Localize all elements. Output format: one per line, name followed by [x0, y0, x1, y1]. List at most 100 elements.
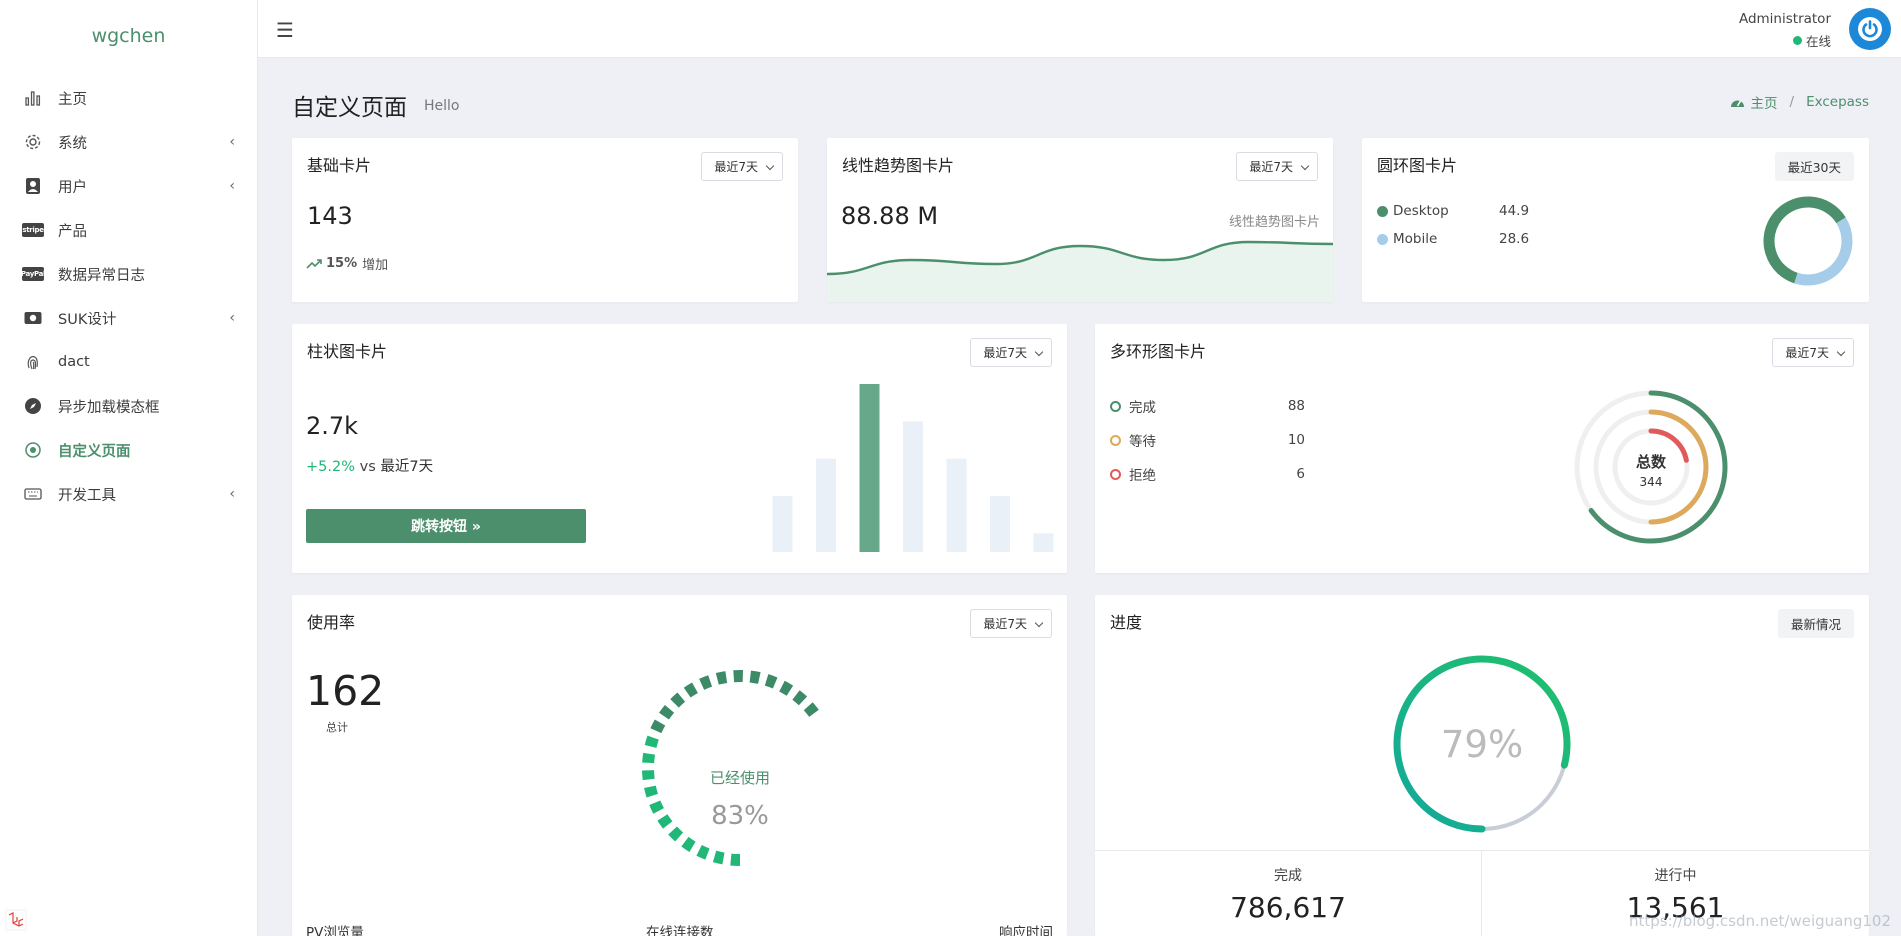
donut-chart	[1763, 196, 1853, 286]
gauge-segment	[803, 702, 819, 717]
bar-card: 柱状图卡片 最近7天 2.7k +5.2% vs 最近7天 跳转按钮 »	[292, 324, 1067, 573]
gauge-segment	[683, 682, 698, 698]
sidebar-item-label: dact	[58, 354, 90, 370]
legend-label: 等待	[1129, 434, 1156, 450]
legend-value: 28.6	[1499, 231, 1530, 247]
latest-button[interactable]: 最新情况	[1777, 609, 1854, 638]
basic-value: 143	[307, 202, 353, 230]
breadcrumb-current[interactable]: Excepass	[1806, 94, 1869, 110]
menu-toggle-icon[interactable]: ☰	[276, 18, 294, 42]
avatar[interactable]	[1849, 8, 1891, 50]
trend-percent: 15%	[326, 256, 358, 271]
period-dropdown[interactable]: 最近7天	[1236, 152, 1318, 181]
stat-label: 完成	[1274, 868, 1302, 884]
laravel-icon	[5, 909, 27, 931]
period-button[interactable]: 最近30天	[1774, 152, 1854, 181]
gauge-segment	[779, 680, 794, 696]
gear-icon	[24, 133, 42, 151]
card-title: 圆环图卡片	[1377, 156, 1458, 175]
page-subtitle: Hello	[424, 98, 460, 114]
period-dropdown[interactable]: 最近7天	[970, 609, 1052, 638]
sidebar-item-label: 开发工具	[58, 487, 116, 504]
gauge-segment	[681, 836, 696, 852]
card-title: 进度	[1110, 613, 1143, 632]
trend-text: 增加	[362, 258, 389, 273]
legend-mobile: Mobile 28.6	[1377, 231, 1529, 247]
bar	[990, 496, 1010, 552]
gauge-segment	[659, 705, 675, 720]
sidebar-item[interactable]: SUK设计 ‹	[0, 296, 257, 340]
gauge-segment	[642, 752, 656, 764]
done-dot-icon	[1110, 400, 1121, 412]
period-dropdown[interactable]: 最近7天	[970, 338, 1052, 367]
gauge-segment	[696, 844, 710, 860]
stat-label: 进行中	[1654, 868, 1697, 884]
mobile-dot-icon	[1377, 233, 1388, 245]
card-title: 线性趋势图卡片	[842, 156, 955, 175]
dashboard-icon	[1730, 100, 1744, 107]
online-dot-icon	[1792, 36, 1802, 45]
jump-button[interactable]: 跳转按钮 »	[306, 509, 586, 543]
sidebar-item[interactable]: dact	[0, 340, 257, 384]
sidebar-item[interactable]: 异步加载模态框	[0, 384, 257, 428]
bar	[816, 458, 836, 552]
page-title: 自定义页面	[292, 95, 407, 121]
legend-label: 拒绝	[1129, 468, 1156, 484]
legend-done: 完成 88	[1110, 396, 1305, 416]
legend-label: Mobile	[1393, 231, 1438, 247]
breadcrumb-home[interactable]: 主页	[1751, 92, 1778, 112]
sidebar-item[interactable]: 用户 ‹	[0, 164, 257, 208]
target-icon	[24, 441, 42, 459]
period-text: 最近7天	[380, 459, 434, 475]
keyboard-icon	[24, 485, 42, 503]
sidebar-item[interactable]: stripe 产品	[0, 208, 257, 252]
sidebar-item-label: 主页	[58, 91, 87, 108]
donut-slice	[1794, 217, 1853, 286]
gauge-segment	[670, 692, 686, 708]
power-icon	[1858, 17, 1882, 41]
gauge-value: 83%	[711, 801, 769, 831]
sidebar-item-label: 异步加载模态框	[58, 399, 160, 416]
multi-ring-card: 多环形图卡片 最近7天 完成 88 等待 10 拒绝 6 总数 344	[1095, 324, 1869, 573]
gauge-segment	[749, 670, 761, 684]
user-icon	[24, 177, 42, 195]
user-name: Administrator	[1738, 11, 1831, 27]
card-title: 基础卡片	[307, 156, 372, 175]
period-dropdown[interactable]: 最近7天	[1772, 338, 1854, 367]
breadcrumb: 主页 / Excepass	[1730, 92, 1869, 112]
legend-wait: 等待 10	[1110, 430, 1305, 450]
sidebar-item[interactable]: PayPal 数据异常日志	[0, 252, 257, 296]
brand-logo[interactable]: wgchen	[0, 0, 257, 72]
gauge-segment	[699, 675, 713, 690]
period-dropdown[interactable]: 最近7天	[701, 152, 783, 181]
connections-label: 在线连接数	[646, 925, 714, 936]
gauge-segment	[644, 735, 659, 748]
sidebar-item[interactable]: 开发工具 ‹	[0, 472, 257, 516]
chevron-left-icon: ‹	[229, 486, 235, 502]
gauge-segment	[764, 674, 778, 689]
reject-dot-icon	[1110, 468, 1121, 480]
vs-text: vs	[359, 459, 376, 475]
sidebar-item[interactable]: 主页	[0, 76, 257, 120]
bar	[859, 384, 880, 552]
change-percent: +5.2%	[306, 459, 355, 475]
ring-center-label: 总数	[1635, 453, 1666, 471]
paypal-icon: PayPal	[21, 265, 45, 283]
sidebar-item[interactable]: 系统 ‹	[0, 120, 257, 164]
stat-value: 786,617	[1230, 891, 1346, 924]
wait-dot-icon	[1110, 434, 1121, 446]
line-chart	[827, 240, 1333, 302]
trend-up-icon	[306, 258, 322, 269]
divider	[1095, 850, 1869, 851]
legend-reject: 拒绝 6	[1110, 464, 1305, 484]
chevron-left-icon: ‹	[229, 178, 235, 194]
user-info[interactable]: Administrator 在线	[1739, 11, 1831, 50]
sidebar-item[interactable]: 自定义页面	[0, 428, 257, 472]
bar	[903, 421, 923, 552]
usage-card: 使用率 最近7天 162 总计 已经使用 83% PV浏览量 在线连接数 响应时…	[292, 595, 1067, 936]
card-title: 使用率	[307, 613, 356, 632]
legend-value: 6	[1296, 466, 1305, 482]
sidebar-item-label: 自定义页面	[58, 443, 131, 460]
sidebar-item-label: SUK设计	[58, 311, 117, 328]
basic-card: 基础卡片 最近7天 143 15% 增加	[292, 138, 798, 302]
